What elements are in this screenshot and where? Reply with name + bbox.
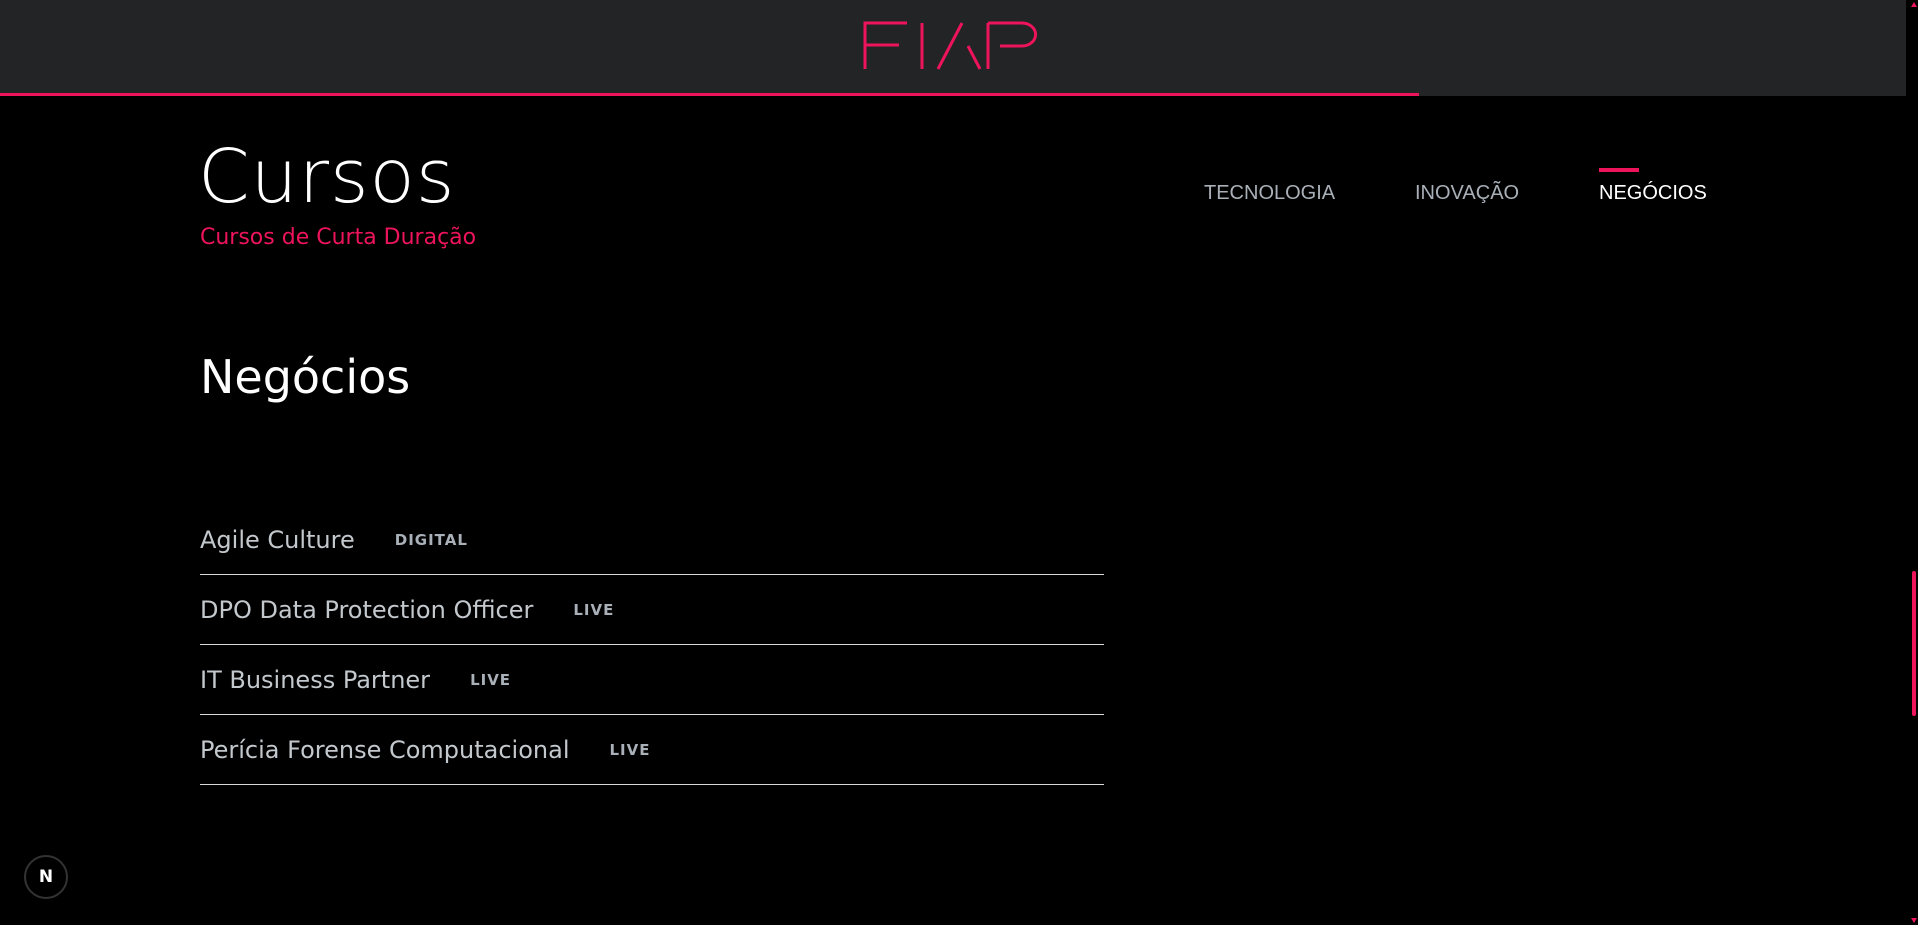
course-format-badge: LIVE xyxy=(609,740,651,759)
course-item-agile-culture[interactable]: Agile Culture DIGITAL xyxy=(200,505,1104,575)
reading-progress-bar xyxy=(0,93,1420,96)
scroll-down-icon[interactable] xyxy=(1911,918,1917,923)
course-name: DPO Data Protection Officer xyxy=(200,595,534,624)
scrollbar[interactable] xyxy=(1906,0,1918,925)
nextjs-logo-icon: N xyxy=(38,867,54,887)
course-format-badge: DIGITAL xyxy=(394,530,468,549)
course-item-pericia-forense[interactable]: Perícia Forense Computacional LIVE xyxy=(200,715,1104,785)
tab-tecnologia[interactable]: TECNOLOGIA xyxy=(1204,168,1335,205)
course-name: Agile Culture xyxy=(200,525,355,554)
page-title: Cursos xyxy=(198,134,456,220)
top-header xyxy=(0,0,1906,96)
course-item-dpo[interactable]: DPO Data Protection Officer LIVE xyxy=(200,575,1104,645)
nextjs-dev-indicator-button[interactable]: N xyxy=(24,855,68,899)
fiap-logo[interactable] xyxy=(862,20,1044,77)
tab-inovacao[interactable]: INOVAÇÃO xyxy=(1415,168,1519,205)
scroll-up-icon[interactable] xyxy=(1911,2,1917,7)
tab-negocios[interactable]: NEGÓCIOS xyxy=(1599,168,1707,205)
course-item-it-business-partner[interactable]: IT Business Partner LIVE xyxy=(200,645,1104,715)
course-list: Agile Culture DIGITAL DPO Data Protectio… xyxy=(200,505,1104,785)
fiap-logo-icon xyxy=(863,21,1038,70)
course-name: Perícia Forense Computacional xyxy=(200,735,570,764)
course-name: IT Business Partner xyxy=(200,665,431,694)
course-format-badge: LIVE xyxy=(573,600,615,619)
course-format-badge: LIVE xyxy=(470,670,512,689)
section-title: Negócios xyxy=(200,350,411,404)
page-subtitle: Cursos de Curta Duração xyxy=(200,225,477,250)
scrollbar-thumb[interactable] xyxy=(1912,571,1916,716)
